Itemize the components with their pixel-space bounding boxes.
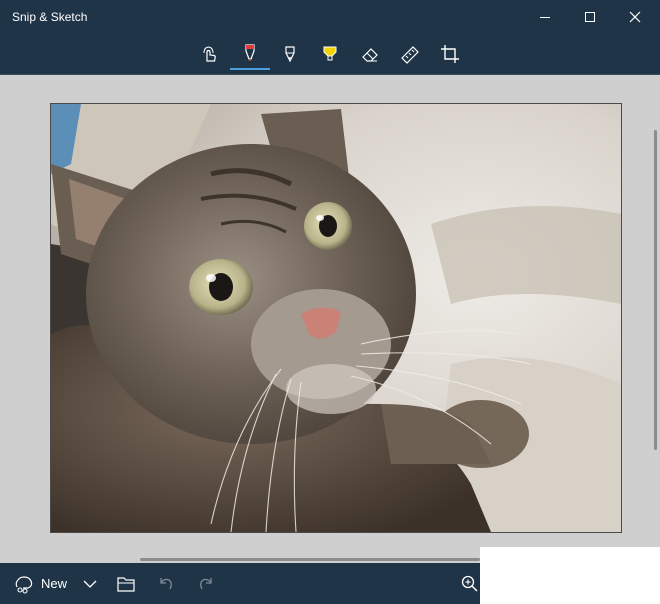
new-dropdown-chevron-icon — [83, 577, 97, 591]
touch-writing-icon — [200, 44, 220, 64]
undo-button[interactable] — [157, 563, 175, 604]
highlighter-button[interactable] — [310, 38, 350, 70]
crop-button[interactable] — [430, 38, 470, 70]
pencil-button[interactable] — [270, 38, 310, 70]
cat-photo — [51, 104, 621, 532]
close-icon — [629, 11, 641, 23]
ruler-icon — [400, 44, 420, 64]
redo-icon — [197, 575, 215, 593]
canvas-area[interactable] — [0, 75, 660, 563]
eraser-icon — [360, 44, 380, 64]
snip-and-sketch-window: Snip & Sketch New — [0, 0, 660, 604]
close-button[interactable] — [612, 0, 658, 34]
new-label: New — [41, 576, 68, 591]
undo-icon — [157, 575, 175, 593]
highlighter-icon — [320, 44, 340, 64]
ruler-button[interactable] — [390, 38, 430, 70]
touch-writing-button[interactable] — [190, 38, 230, 70]
app-title: Snip & Sketch — [12, 10, 88, 24]
new-dropdown-button[interactable] — [83, 563, 97, 604]
redo-button[interactable] — [197, 563, 215, 604]
new-snip-icon — [14, 574, 34, 594]
minimize-icon — [539, 11, 551, 23]
crop-icon — [440, 44, 460, 64]
eraser-button[interactable] — [350, 38, 390, 70]
minimize-button[interactable] — [522, 0, 568, 34]
zoom-icon — [460, 574, 480, 594]
maximize-button[interactable] — [567, 0, 613, 34]
ballpoint-pen-icon — [240, 43, 260, 63]
desktop-background — [480, 547, 660, 604]
vertical-scrollbar[interactable] — [654, 130, 657, 450]
new-snip-button[interactable]: New — [14, 563, 67, 604]
maximize-icon — [584, 11, 596, 23]
annotation-toolbar — [0, 34, 660, 75]
zoom-button[interactable] — [460, 563, 480, 604]
ballpoint-pen-button[interactable] — [230, 38, 270, 70]
pencil-icon — [280, 44, 300, 64]
title-bar: Snip & Sketch — [0, 0, 660, 34]
captured-image[interactable] — [50, 103, 622, 533]
open-file-button[interactable] — [116, 563, 136, 604]
open-folder-icon — [116, 575, 136, 593]
horizontal-scrollbar[interactable] — [140, 558, 480, 561]
